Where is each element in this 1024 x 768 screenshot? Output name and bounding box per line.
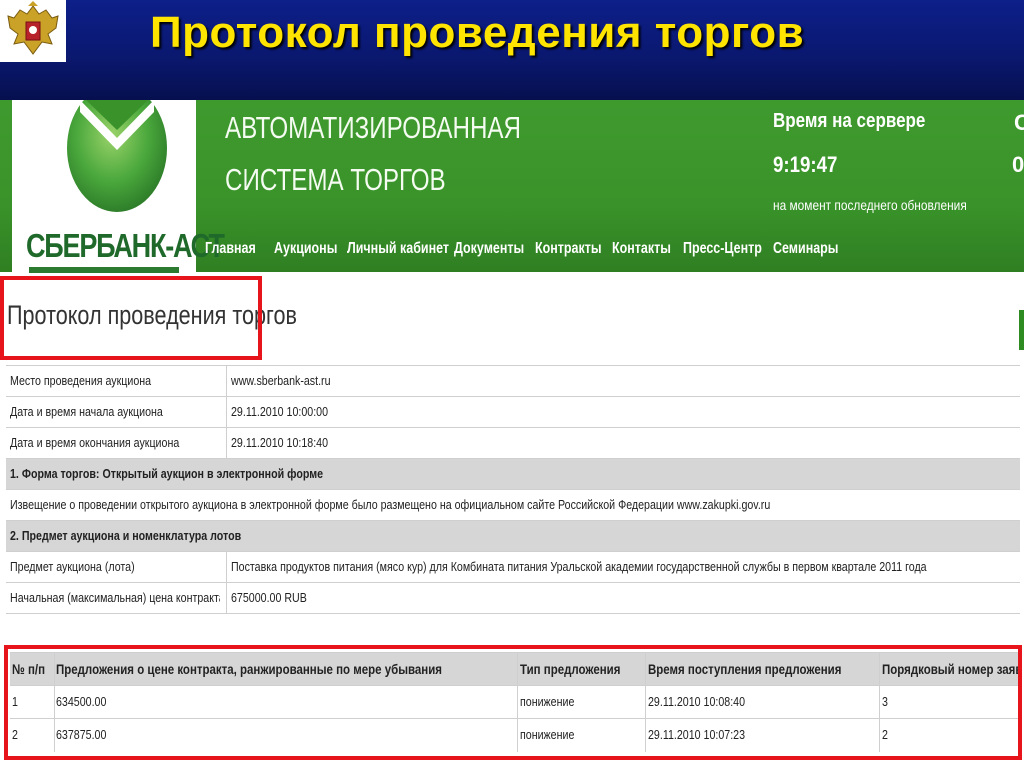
section-header-row: 1. Форма торгов: Открытый аукцион в элек… [6, 458, 1020, 489]
cell-label: Дата и время окончания аукциона [10, 435, 180, 450]
column-divider [54, 652, 55, 752]
cell-label: Дата и время начала аукциона [10, 404, 163, 419]
nav-personal-cabinet[interactable]: Личный кабинет [347, 240, 449, 258]
col-header-type: Тип предложения [520, 661, 621, 677]
cell-label: Начальная (максимальная) цена контракта [10, 590, 220, 605]
slide-header: Протокол проведения торгов [0, 0, 1024, 100]
sberbank-logo[interactable]: СБЕРБАНК-АСТ [12, 100, 225, 286]
logo-text: СБЕРБАНК-АСТ [26, 227, 225, 264]
scrollbar[interactable] [1019, 310, 1024, 350]
column-divider [879, 652, 880, 752]
server-time: 9:19:47 [773, 152, 838, 177]
bid-price: 634500.00 [56, 694, 107, 709]
cell-value: Поставка продуктов питания (мясо кур) дл… [231, 559, 927, 574]
table-row: 1 634500.00 понижение 29.11.2010 10:08:4… [10, 685, 1018, 718]
system-title-line2: СИСТЕМА ТОРГОВ [225, 162, 446, 197]
nav-main[interactable]: Главная [205, 240, 256, 258]
bid-application-number: 2 [882, 727, 888, 742]
cell-value: www.sberbank-ast.ru [231, 373, 331, 388]
column-divider [517, 652, 518, 752]
bids-header-row: № п/п Предложения о цене контракта, ранж… [10, 652, 1018, 685]
nav-seminars[interactable]: Семинары [773, 240, 838, 258]
system-title-line1: АВТОМАТИЗИРОВАННАЯ [225, 110, 522, 145]
nav-auctions[interactable]: Аукционы [274, 240, 337, 258]
bid-application-number: 3 [882, 694, 888, 709]
table-row: 2 637875.00 понижение 29.11.2010 10:07:2… [10, 718, 1018, 751]
section-header-row: 2. Предмет аукциона и номенклатура лотов [6, 520, 1020, 551]
table-divider [6, 613, 1020, 615]
table-row: Место проведения аукциона www.sberbank-a… [6, 365, 1020, 396]
coat-of-arms-icon [0, 0, 66, 62]
bid-price: 637875.00 [56, 727, 107, 742]
bid-number: 1 [12, 694, 18, 709]
bid-time: 29.11.2010 10:07:23 [648, 727, 746, 742]
bid-type: понижение [520, 727, 575, 742]
trading-system-screenshot: СБЕРБАНК-АСТ АВТОМАТИЗИРОВАННАЯ СИСТЕМА … [0, 100, 1024, 768]
cell-value: 29.11.2010 10:00:00 [231, 404, 329, 419]
bid-time: 29.11.2010 10:08:40 [648, 694, 746, 709]
cell-label: Место проведения аукциона [10, 373, 152, 388]
nav-press-center[interactable]: Пресс-Центр [683, 240, 762, 258]
nav-contracts[interactable]: Контракты [535, 240, 601, 258]
table-row: Предмет аукциона (лота) Поставка продукт… [6, 551, 1020, 582]
notice-text: Извещение о проведении открытого аукцион… [10, 497, 771, 512]
cell-label: Предмет аукциона (лота) [10, 559, 135, 574]
slide-title: Протокол проведения торгов [150, 8, 805, 57]
highlight-frame-heading [0, 276, 262, 360]
clipped-value: 0 [1012, 152, 1024, 177]
cell-value: 675000.00 RUB [231, 590, 307, 605]
section2-title: 2. Предмет аукциона и номенклатура лотов [10, 528, 242, 543]
col-header-application-number: Порядковый номер заявки [882, 661, 1018, 677]
col-header-time: Время поступления предложения [648, 661, 842, 677]
sberbank-logo-icon [67, 100, 167, 212]
clipped-label: С [1014, 110, 1024, 135]
bid-number: 2 [12, 727, 18, 742]
nav-documents[interactable]: Документы [454, 240, 524, 258]
site-header: СБЕРБАНК-АСТ АВТОМАТИЗИРОВАННАЯ СИСТЕМА … [0, 100, 1024, 286]
col-header-number: № п/п [12, 661, 46, 677]
section1-title: 1. Форма торгов: Открытый аукцион в элек… [10, 466, 324, 481]
table-row: Извещение о проведении открытого аукцион… [6, 489, 1020, 520]
cell-value: 29.11.2010 10:18:40 [231, 435, 329, 450]
nav-contacts[interactable]: Контакты [612, 240, 671, 258]
logo-underline [29, 267, 179, 273]
server-time-label: Время на сервере [773, 110, 926, 132]
table-row: Дата и время начала аукциона 29.11.2010 … [6, 396, 1020, 427]
col-header-offers: Предложения о цене контракта, ранжирован… [56, 661, 442, 677]
table-row: Дата и время окончания аукциона 29.11.20… [6, 427, 1020, 458]
server-time-note: на момент последнего обновления [773, 197, 967, 213]
column-divider [645, 652, 646, 752]
table-row: Начальная (максимальная) цена контракта … [6, 582, 1020, 613]
bid-type: понижение [520, 694, 575, 709]
